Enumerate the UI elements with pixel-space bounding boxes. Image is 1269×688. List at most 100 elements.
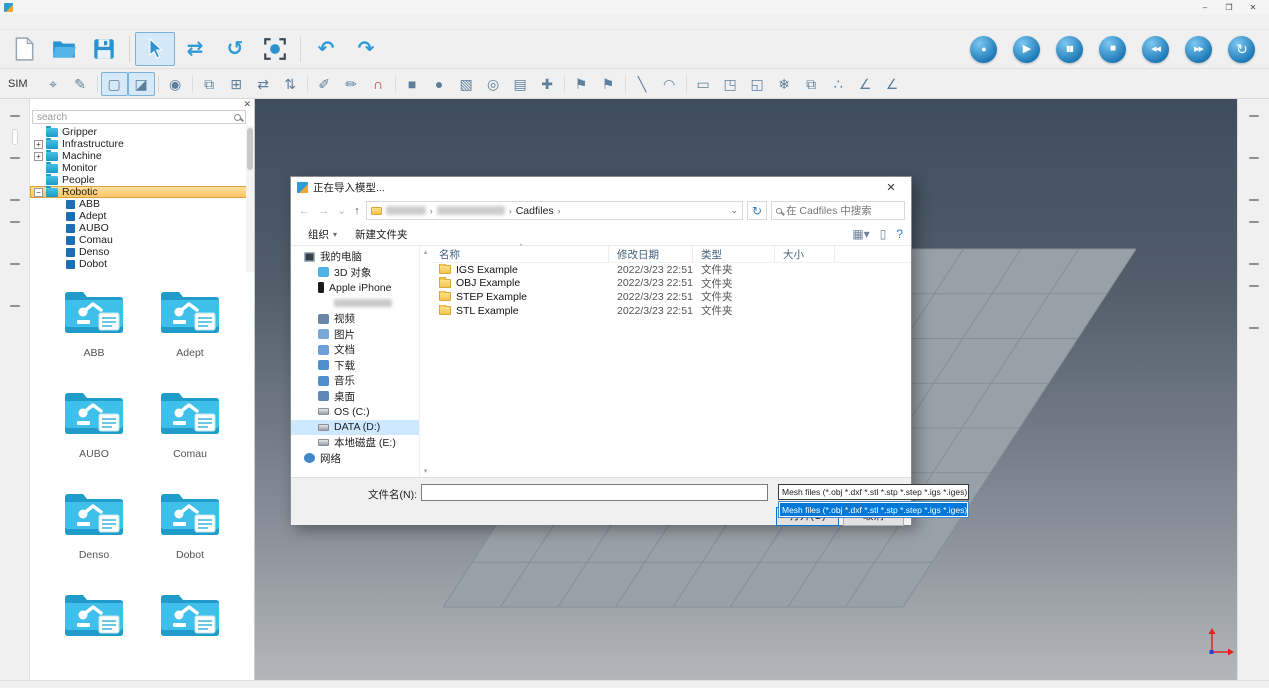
panel-close-icon[interactable]: ✕ (243, 99, 251, 110)
paste-icon[interactable]: ⊞ (223, 72, 250, 96)
visibility-icon[interactable]: ◉ (162, 72, 189, 96)
forward-button[interactable]: → (316, 205, 331, 217)
measure-icon[interactable]: ✐ (311, 72, 338, 96)
component-folder[interactable]: Dobot (159, 488, 221, 561)
tree-item[interactable]: ABB (30, 198, 254, 210)
mirror-vertical-icon[interactable]: ⇅ (277, 72, 304, 96)
tree-expander-icon[interactable] (34, 176, 43, 185)
undo-button[interactable]: ↶ (306, 32, 346, 66)
snap-magnet-icon[interactable]: ∩ (365, 72, 392, 96)
copy-icon[interactable]: ⧉ (196, 72, 223, 96)
trace-tool-icon[interactable]: ✎ (67, 72, 94, 96)
component-search-input[interactable]: search (32, 110, 246, 124)
minimize-button[interactable]: – (1193, 3, 1217, 12)
sphere-shape-icon[interactable]: ● (426, 72, 453, 96)
tree-item[interactable]: +Machine (30, 150, 254, 162)
tree-item[interactable]: +Infrastructure (30, 138, 254, 150)
column-header[interactable]: 大小 (775, 246, 835, 262)
scroll-down-icon[interactable]: ▾ (424, 467, 428, 475)
place-my-computer[interactable]: 我的电脑 (291, 249, 419, 265)
refresh-button[interactable]: ↻ (747, 201, 767, 220)
redo-button[interactable]: ↷ (346, 32, 386, 66)
tree-item[interactable]: Dobot (30, 258, 254, 270)
view-mode-button[interactable]: ▦▾ (852, 227, 869, 241)
play-button[interactable]: ▶ (1013, 36, 1040, 63)
chart-2-icon[interactable]: ∠ (879, 72, 906, 96)
tree-item[interactable]: −Robotic (30, 186, 254, 198)
place-3d-objects[interactable]: 3D 对象 (291, 265, 419, 281)
fast-forward-button[interactable]: ▶▶ (1185, 36, 1212, 63)
pattern-icon[interactable]: ❄ (771, 72, 798, 96)
tree-expander-icon[interactable] (34, 128, 43, 137)
tab-statistics[interactable] (1252, 236, 1256, 250)
tree-expander-icon[interactable] (34, 164, 43, 173)
frame-tool-icon[interactable]: ▭ (690, 72, 717, 96)
box-shape-icon[interactable]: ■ (399, 72, 426, 96)
organize-button[interactable]: 组织 ▾ (299, 227, 346, 242)
tab-process[interactable] (1252, 300, 1256, 314)
filetype-option[interactable]: Mesh files (*.obj *.dxf *.stl *.stp *.st… (780, 503, 967, 516)
column-header[interactable]: 类型 (693, 246, 775, 262)
cube-shape-icon[interactable]: ▧ (453, 72, 480, 96)
help-button[interactable]: ? (896, 227, 903, 241)
tab-programming[interactable] (13, 278, 17, 292)
maximize-button[interactable]: ❐ (1217, 3, 1241, 12)
new-folder-button[interactable]: 新建文件夹 (346, 227, 417, 242)
structure-tree-icon[interactable]: ∴ (825, 72, 852, 96)
tree-item[interactable]: Comau (30, 234, 254, 246)
place-pictures[interactable]: 图片 (291, 327, 419, 343)
component-folder[interactable] (63, 589, 125, 662)
add-shape-icon[interactable]: ✚ (534, 72, 561, 96)
center-view-button[interactable] (255, 32, 295, 66)
tab-components[interactable] (13, 130, 17, 144)
place-drive-e[interactable]: 本地磁盘 (E:) (291, 435, 419, 451)
pin-measure-2-icon[interactable]: ⚑ (595, 72, 622, 96)
tab-modeling[interactable] (13, 172, 17, 186)
rotate-view-button[interactable]: ↺ (215, 32, 255, 66)
preview-pane-button[interactable]: ▯ (880, 227, 887, 241)
dialog-title-bar[interactable]: 正在导入模型... ✕ (291, 177, 911, 198)
tree-item[interactable]: Gripper (30, 126, 254, 138)
tree-scrollbar[interactable] (246, 126, 254, 272)
STEP Example[interactable]: STEP Example2022/3/23 22:51文件夹 (431, 290, 911, 304)
up-button[interactable]: ↑ (352, 205, 362, 217)
address-bar[interactable]: › › Cadfiles › ⌄ (366, 201, 743, 220)
frame-corner-icon[interactable]: ◳ (717, 72, 744, 96)
place-videos[interactable]: 视频 (291, 311, 419, 327)
place-apple-iphone[interactable]: Apple iPhone (291, 280, 419, 296)
frame-fill-icon[interactable]: ◱ (744, 72, 771, 96)
address-dropdown-icon[interactable]: ⌄ (730, 205, 738, 216)
place-music[interactable]: 音乐 (291, 373, 419, 389)
back-button[interactable]: ← (297, 205, 312, 217)
tree-item[interactable]: Monitor (30, 162, 254, 174)
mirror-horizontal-icon[interactable]: ⇄ (250, 72, 277, 96)
erase-icon[interactable]: ✏ (338, 72, 365, 96)
OBJ Example[interactable]: OBJ Example2022/3/23 22:51文件夹 (431, 277, 911, 291)
tree-expander-icon[interactable]: − (34, 188, 43, 197)
filename-input[interactable] (421, 484, 768, 501)
stop-button[interactable]: ■ (1099, 36, 1126, 63)
layers-icon[interactable]: ⧉ (798, 72, 825, 96)
place-drive-d[interactable]: DATA (D:) (291, 420, 419, 436)
select-tool-button[interactable] (135, 32, 175, 66)
place-desktop[interactable]: 桌面 (291, 389, 419, 405)
history-dropdown-icon[interactable]: ⌄ (335, 204, 348, 217)
component-folder[interactable]: AUBO (63, 387, 125, 460)
column-header[interactable]: ˆ名称 (431, 246, 609, 262)
component-folder[interactable] (159, 589, 221, 662)
solid-select-icon[interactable]: ◪ (128, 72, 155, 96)
record-button[interactable]: ● (970, 36, 997, 63)
save-file-button[interactable] (84, 32, 124, 66)
column-header[interactable]: 修改日期 (609, 246, 693, 262)
tree-expander-icon[interactable]: + (34, 140, 43, 149)
new-file-button[interactable] (4, 32, 44, 66)
tree-item[interactable]: AUBO (30, 222, 254, 234)
line-tool-icon[interactable]: ╲ (629, 72, 656, 96)
reset-button[interactable]: ↻ (1228, 36, 1255, 63)
pause-button[interactable]: ▮▮ (1056, 36, 1083, 63)
breadcrumb-cadfiles[interactable]: Cadfiles (516, 205, 554, 217)
place-network[interactable]: 网络 (291, 451, 419, 467)
arc-tool-icon[interactable]: ◠ (656, 72, 683, 96)
STL Example[interactable]: STL Example2022/3/23 22:51文件夹 (431, 304, 911, 318)
tree-item[interactable]: Denso (30, 246, 254, 258)
